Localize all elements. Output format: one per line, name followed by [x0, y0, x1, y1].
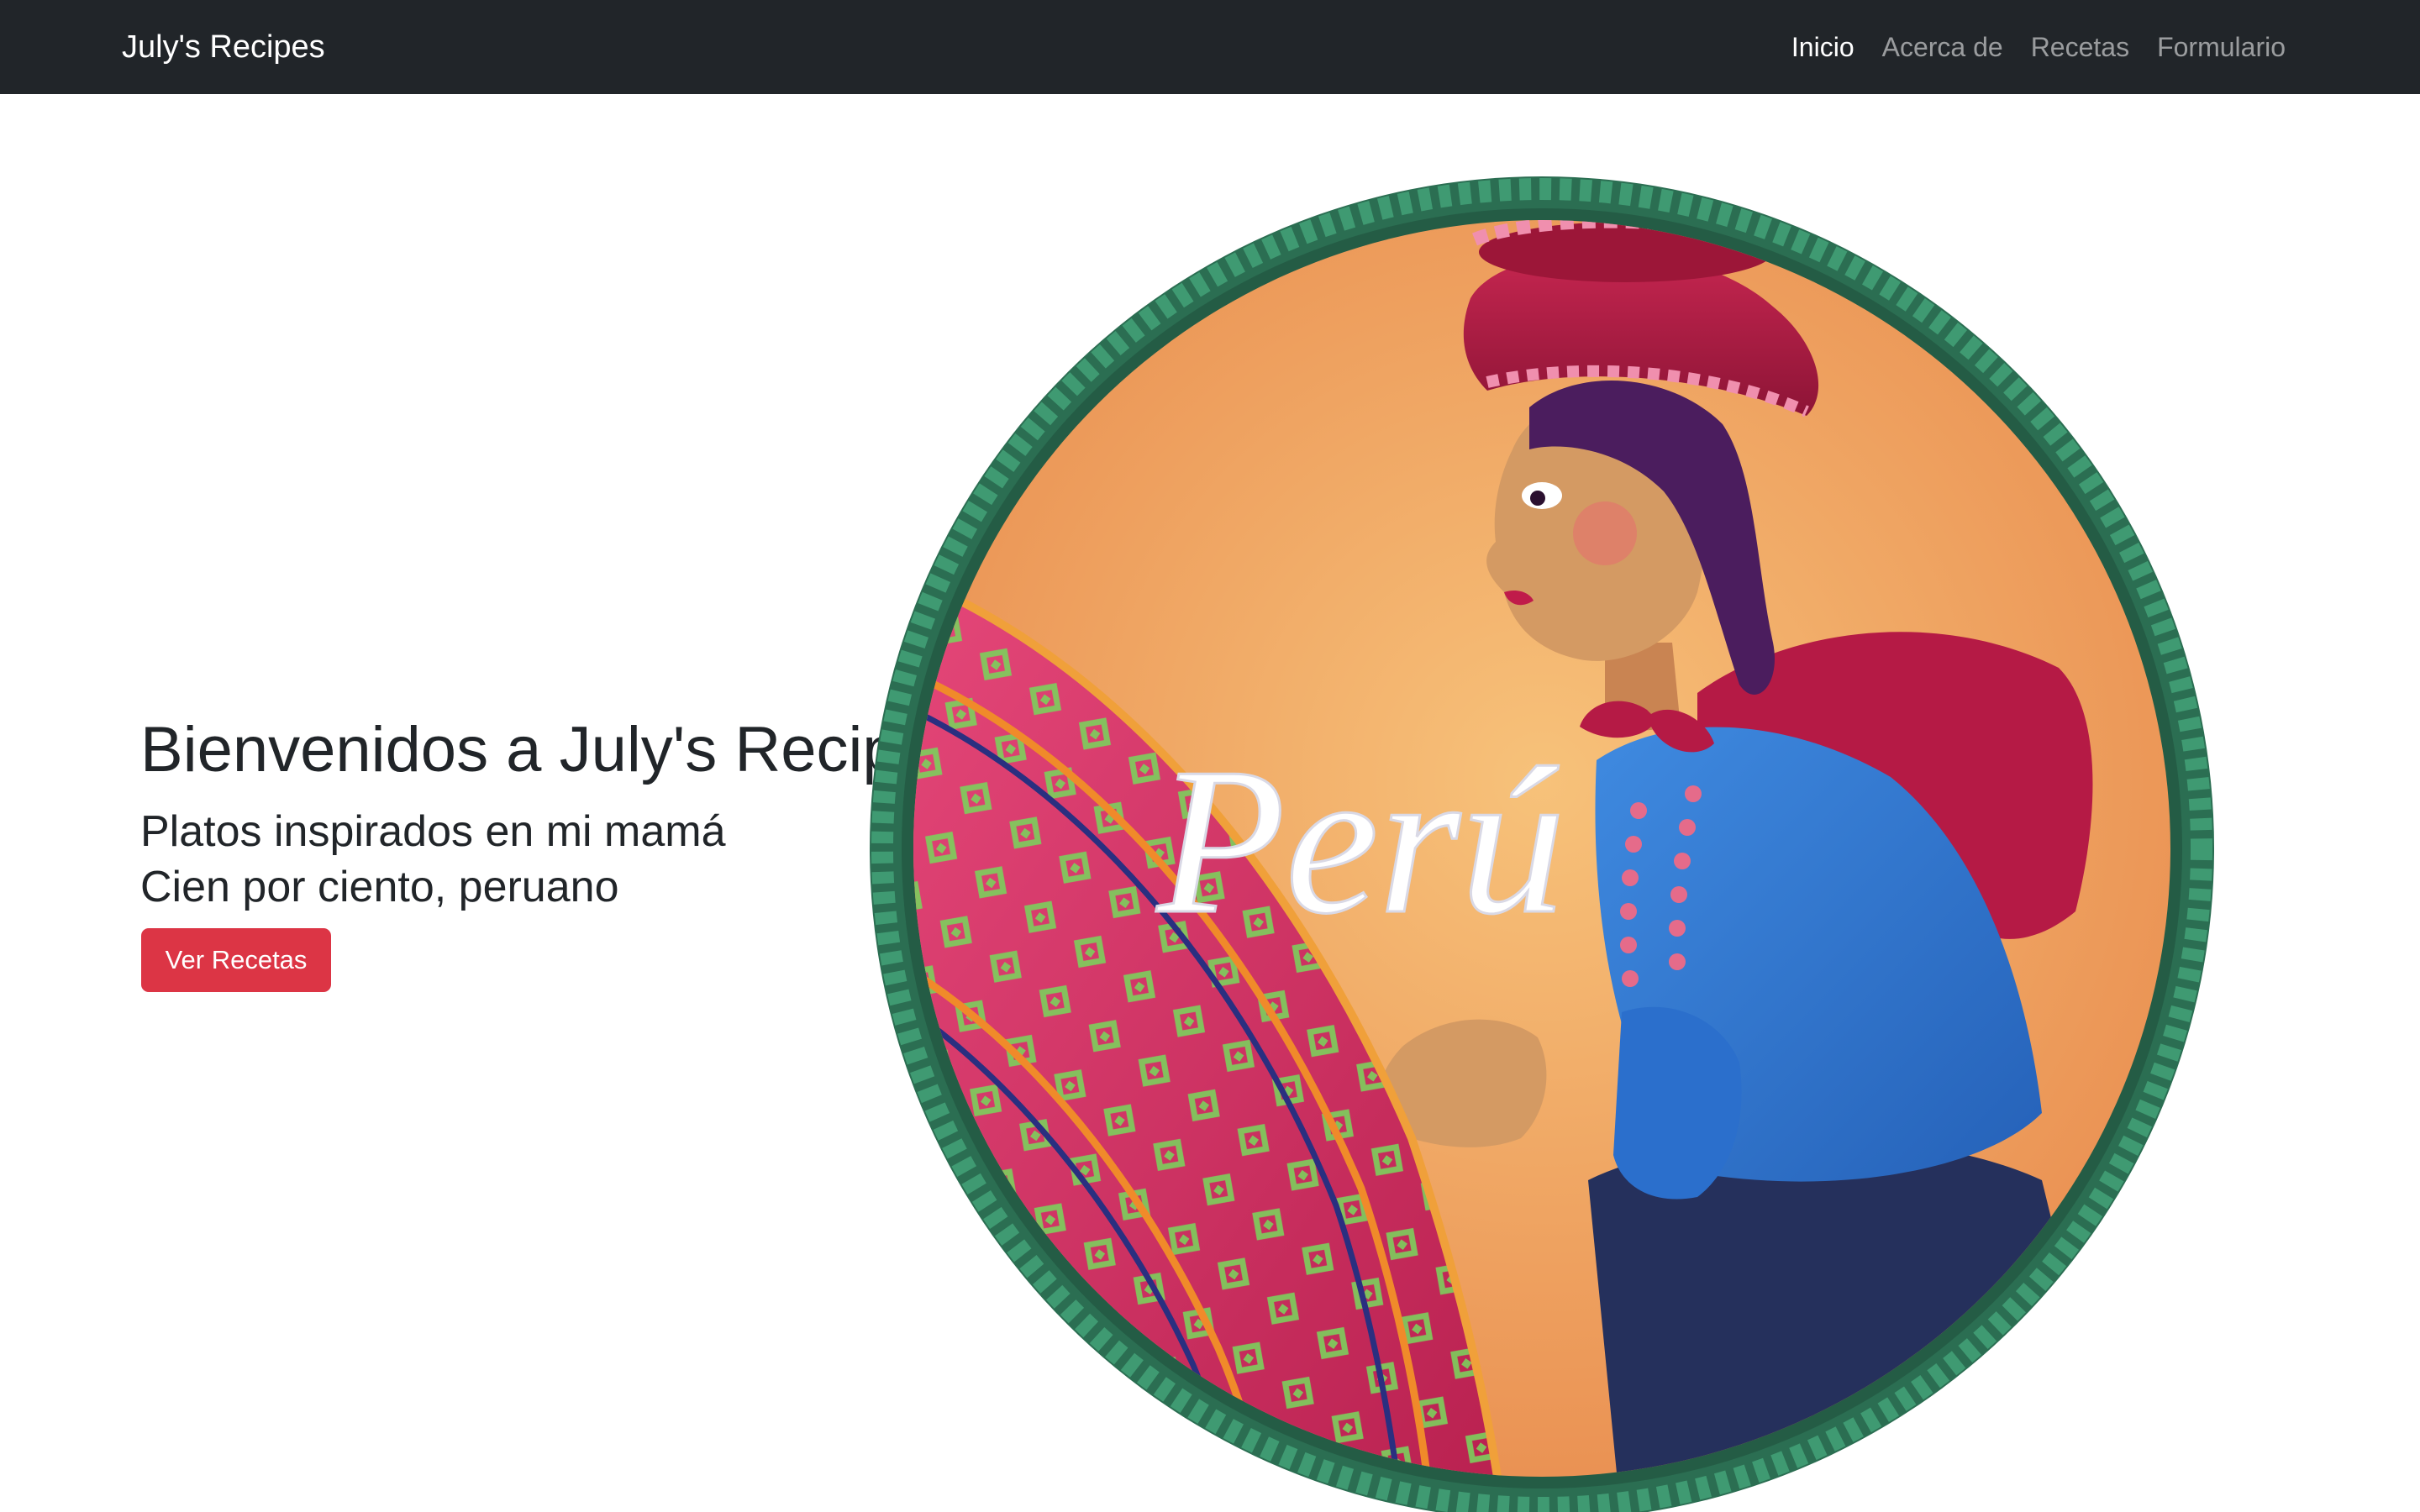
nav-links: Inicio Acerca de Recetas Formulario	[1791, 0, 2286, 94]
nav-link-inicio[interactable]: Inicio	[1791, 32, 1854, 63]
peru-illustration-svg: Perú	[870, 176, 2214, 1512]
nav-link-acerca-de[interactable]: Acerca de	[1882, 32, 2003, 63]
hero-title: Bienvenidos a July's Recipes	[140, 714, 965, 785]
hero-subtitle-line-1: Platos inspirados en mi mamá	[140, 807, 726, 856]
top-navbar: July's Recipes Inicio Acerca de Recetas …	[0, 0, 2420, 94]
nav-link-formulario[interactable]: Formulario	[2157, 32, 2286, 63]
ver-recetas-button[interactable]: Ver Recetas	[141, 928, 331, 992]
peru-script-text: Perú	[1155, 725, 1565, 958]
hero-subtitle-line-2: Cien por ciento, peruano	[140, 863, 619, 911]
nav-link-recetas[interactable]: Recetas	[2031, 32, 2129, 63]
brand-link[interactable]: July's Recipes	[122, 0, 325, 94]
peru-illustration: Perú	[865, 172, 2218, 1512]
